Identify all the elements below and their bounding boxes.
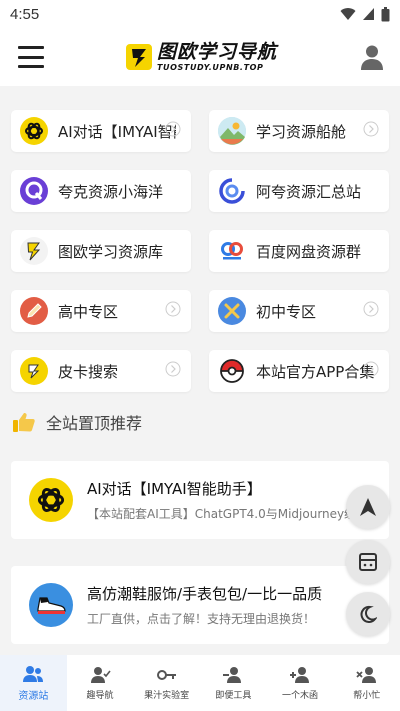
card-description: 【本站配套AI工具】ChatGPT4.0与Midjourney绘画 [87,507,369,521]
tile-middle-school[interactable]: 初中专区 [209,290,389,332]
chevron-right-icon [363,301,379,317]
pokeball-icon [218,357,246,385]
nav-label: 一个木函 [282,690,319,701]
tile-label: 学习资源船舱 [256,122,347,141]
site-logo[interactable]: 图欧学习导航 TUOSTUDY.UPNB.TOP [125,40,277,72]
chevron-right-icon [363,361,379,377]
tile-label: 本站官方APP合集 [256,362,374,381]
quark-q-icon [218,177,246,205]
landscape-icon [218,117,246,145]
calculator-icon [359,553,377,571]
nav-tab-convenient-tools[interactable]: 即便工具 [200,655,267,711]
tile-baidu-group[interactable]: 百度网盘资源群 [209,230,389,272]
baidu-netdisk-icon [218,237,246,265]
tile-high-school[interactable]: 高中专区 [11,290,191,332]
logo-title: 图欧学习导航 [156,40,277,63]
nav-label: 果汁实验室 [144,690,190,701]
nav-tab-fun-nav[interactable]: 趣导航 [67,655,134,711]
recommend-card-shoes[interactable]: 高仿潮鞋服饰/手表包包/一比一品质 工厂直供，点击了解！支持无理由退换货！ [11,566,389,644]
menu-line-icon [18,65,44,68]
navigation-arrow-icon [360,498,376,516]
menu-button[interactable] [18,46,44,68]
openai-icon [20,117,48,145]
tile-label: 夸克资源小海洋 [58,182,164,201]
night-mode-button[interactable] [346,592,390,636]
battery-icon [381,6,390,21]
card-title: 高仿潮鞋服饰/手表包包/一比一品质 [87,585,323,603]
user-x-icon [356,666,376,683]
user-account-icon[interactable] [358,43,386,71]
nav-tab-muhan[interactable]: 一个木函 [267,655,334,711]
card-title: AI对话【IMYAI智能助手】 [87,480,262,498]
nav-tab-help[interactable]: 帮小忙 [333,655,400,711]
chevron-right-icon [165,361,181,377]
section-title: 全站置顶推荐 [46,414,143,433]
user-minus-icon [223,666,242,683]
tile-label: 皮卡搜索 [58,362,119,381]
user-check-icon [91,666,111,683]
nav-label: 趣导航 [86,690,114,701]
nav-label: 帮小忙 [353,690,381,701]
recommend-card-ai[interactable]: AI对话【IMYAI智能助手】 【本站配套AI工具】ChatGPT4.0与Mid… [11,461,389,539]
chevron-right-icon [165,301,181,317]
chevron-right-icon [165,121,181,137]
tile-ai-chat[interactable]: AI对话【IMYAI智能助手】 [11,110,191,152]
openai-icon [29,478,73,522]
status-time: 4:55 [10,5,40,23]
tile-label: 百度网盘资源群 [256,242,362,261]
nav-tab-resource-site[interactable]: 资源站 [0,655,67,711]
thumbs-up-icon [13,413,35,432]
lightning-logo-icon [125,44,152,70]
user-plus-icon [290,666,310,683]
tile-label: 阿夸资源汇总站 [256,182,362,201]
logo-subtitle: TUOSTUDY.UPNB.TOP [156,62,264,72]
tile-tuo-library[interactable]: 图欧学习资源库 [11,230,191,272]
tile-study-cabin[interactable]: 学习资源船舱 [209,110,389,152]
status-bar: 4:55 [0,0,400,28]
tile-quark-ocean[interactable]: 夸克资源小海洋 [11,170,191,212]
tile-label: 初中专区 [256,302,317,321]
status-icons [340,6,390,22]
moon-icon [360,605,377,623]
bottom-navigation: 资源站 趣导航 果汁实验室 即便工具 一个木函 帮小忙 [0,655,400,711]
tile-official-apps[interactable]: 本站官方APP合集 [209,350,389,392]
pencil-icon [20,297,48,325]
nav-tab-juice-lab[interactable]: 果汁实验室 [133,655,200,711]
key-icon [156,669,176,680]
tile-pika-search[interactable]: 皮卡搜索 [11,350,191,392]
sneaker-icon [29,583,73,627]
tile-label: 高中专区 [58,302,119,321]
scroll-top-button[interactable] [346,485,390,529]
quark-icon [20,177,48,205]
tile-aqua-summary[interactable]: 阿夸资源汇总站 [209,170,389,212]
tools-icon [218,297,246,325]
menu-line-icon [18,46,44,49]
card-description: 工厂直供，点击了解！支持无理由退换货！ [87,612,316,626]
users-icon [23,665,44,682]
menu-line-icon [18,55,44,59]
app-bar: 图欧学习导航 TUOSTUDY.UPNB.TOP [0,28,400,86]
chevron-right-icon [363,121,379,137]
lightning-icon [20,237,48,265]
shortcut-grid: AI对话【IMYAI智能助手】 学习资源船舱 夸克资源小海洋 阿夸资源汇总站 图… [11,110,389,392]
wifi-icon [340,8,356,20]
tile-label: AI对话【IMYAI智能助手】 [58,122,176,141]
signal-icon [363,8,374,20]
tile-label: 图欧学习资源库 [58,242,164,261]
section-header: 全站置顶推荐 [12,410,142,434]
nav-label: 即便工具 [215,690,252,701]
pika-icon [20,357,48,385]
calculator-button[interactable] [346,540,390,584]
nav-label: 资源站 [18,690,49,702]
